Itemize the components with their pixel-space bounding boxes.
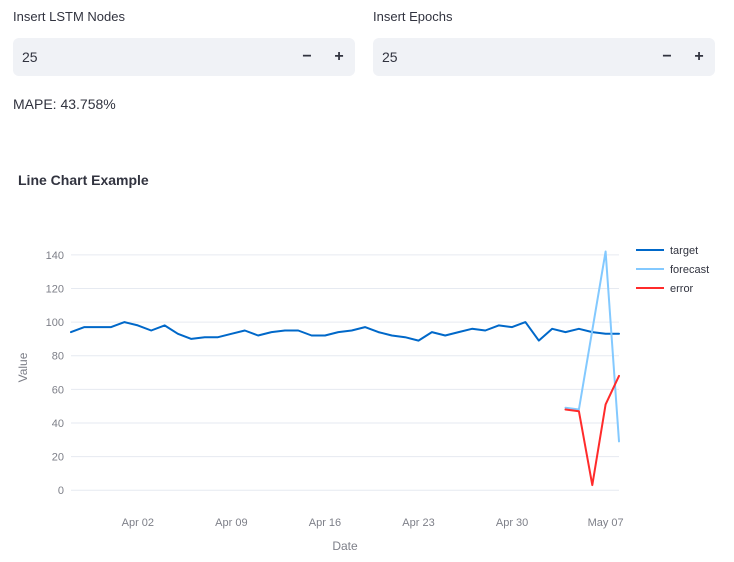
y-tick-label: 60 [52, 384, 64, 396]
y-tick-label: 80 [52, 351, 64, 363]
y-tick-label: 140 [46, 250, 64, 262]
y-tick-label: 20 [52, 452, 64, 464]
y-tick-label: 100 [46, 317, 64, 329]
line-chart: 0 20 40 60 80 100 120 140 Apr 02 Apr 09 Apr 16 Apr … [16, 245, 709, 553]
legend-label-forecast[interactable]: forecast [670, 264, 709, 276]
series-line-error [564, 374, 620, 487]
x-tick-label: Apr 30 [496, 517, 528, 529]
legend-label-error[interactable]: error [670, 283, 694, 295]
chart-gridlines [71, 254, 619, 491]
y-tick-label: 120 [46, 283, 64, 295]
y-axis-title: Value [16, 352, 30, 382]
chart-legend[interactable]: target forecast error [636, 245, 709, 295]
x-axis-title: Date [332, 539, 358, 553]
x-tick-label: Apr 09 [215, 517, 247, 529]
x-tick-label: Apr 23 [402, 517, 434, 529]
x-tick-label: May 07 [588, 517, 624, 529]
legend-label-target[interactable]: target [670, 245, 698, 257]
y-tick-label: 0 [58, 485, 64, 497]
series-line-target [70, 321, 620, 342]
x-tick-label: Apr 02 [122, 517, 154, 529]
x-tick-label: Apr 16 [309, 517, 341, 529]
y-tick-label: 40 [52, 418, 64, 430]
chart-series [70, 250, 620, 487]
series-line-forecast [564, 250, 620, 443]
